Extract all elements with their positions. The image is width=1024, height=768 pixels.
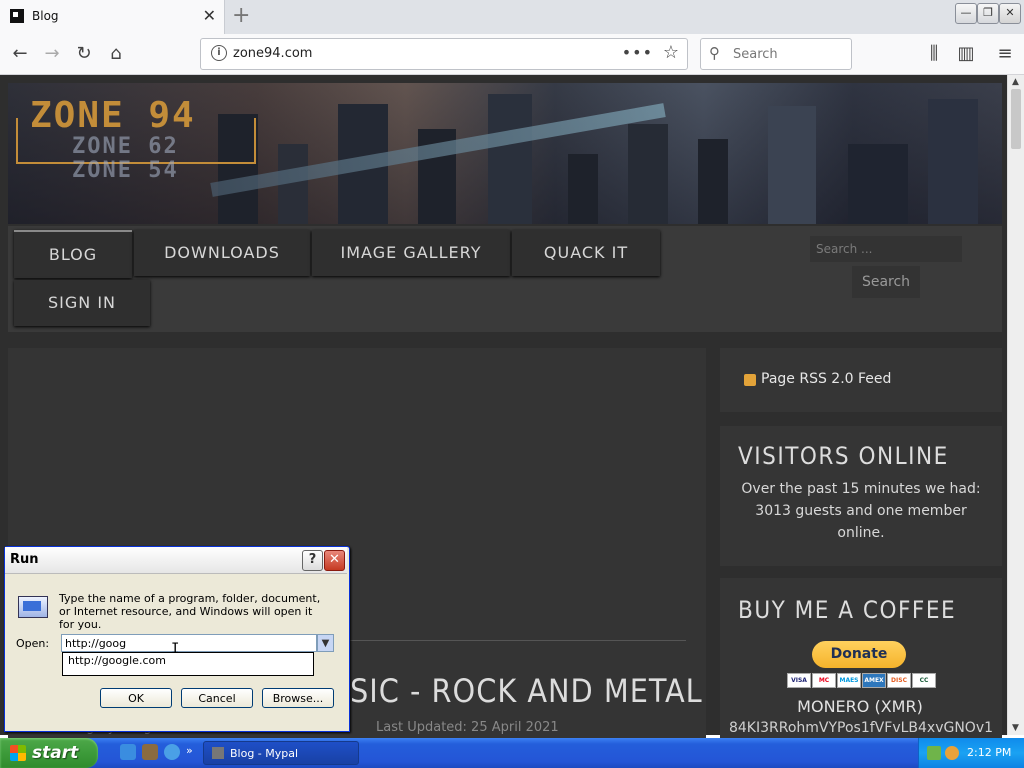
vertical-scrollbar[interactable]: ▲ ▼ bbox=[1007, 75, 1024, 735]
menu-item-downloads[interactable]: DOWNLOADS bbox=[134, 230, 310, 276]
open-command-input[interactable]: http://goog bbox=[61, 634, 317, 652]
hamburger-menu-icon[interactable]: ≡ bbox=[993, 42, 1017, 66]
start-button[interactable]: start bbox=[0, 738, 98, 768]
browser-quick-launch-icon[interactable] bbox=[164, 744, 180, 760]
network-tray-icon[interactable] bbox=[927, 746, 941, 760]
logo-sub-line-2: ZONE 54 bbox=[72, 158, 179, 183]
divider bbox=[350, 640, 686, 641]
open-dropdown-chevron-icon[interactable]: ▼ bbox=[317, 634, 334, 652]
search-tray-icon[interactable] bbox=[945, 746, 959, 760]
address-url[interactable]: zone94.com bbox=[233, 46, 312, 61]
ok-button[interactable]: OK bbox=[100, 688, 172, 708]
page-actions-icon[interactable]: ••• bbox=[622, 43, 653, 62]
tab-title: Blog bbox=[32, 9, 59, 23]
mastercard-icon: MC bbox=[812, 673, 836, 688]
run-program-icon bbox=[18, 596, 48, 618]
minimize-window-button[interactable]: — bbox=[955, 3, 977, 24]
run-dialog-title: Run bbox=[10, 552, 39, 567]
browse-button[interactable]: Browse... bbox=[262, 688, 334, 708]
back-arrow-icon[interactable]: ← bbox=[8, 42, 32, 66]
article-title[interactable]: SIC - ROCK AND METAL bbox=[350, 672, 703, 710]
coffee-heading: BUY ME A COFFEE bbox=[738, 596, 957, 624]
address-bar[interactable]: i zone94.com ••• ☆ bbox=[200, 38, 688, 70]
taskbar-item-blog-mypal[interactable]: Blog - Mypal bbox=[203, 741, 359, 765]
monero-label: MONERO (XMR) bbox=[797, 697, 923, 716]
new-tab-button[interactable]: + bbox=[232, 3, 250, 28]
start-label: start bbox=[32, 743, 79, 763]
amex-card-icon: AMEX bbox=[862, 673, 886, 688]
monero-wallet-address[interactable]: 84KI3RRohmVYPos1fVFvLB4xvGNOv1 bbox=[726, 720, 996, 736]
sidebar-toggle-icon[interactable]: ▥ bbox=[954, 42, 978, 66]
library-icon[interactable]: ⫼ bbox=[922, 42, 946, 66]
visa-card-icon: VISA bbox=[787, 673, 811, 688]
menu-item-blog[interactable]: BLOG bbox=[14, 230, 132, 278]
help-button[interactable]: ? bbox=[302, 550, 323, 571]
scroll-up-arrow-icon[interactable]: ▲ bbox=[1012, 77, 1019, 87]
scroll-down-arrow-icon[interactable]: ▼ bbox=[1012, 723, 1019, 733]
mypal-app-icon bbox=[212, 747, 224, 759]
taskbar-item-label: Blog - Mypal bbox=[230, 747, 299, 760]
internet-explorer-icon[interactable] bbox=[120, 744, 136, 760]
menu-item-image-gallery[interactable]: IMAGE GALLERY bbox=[312, 230, 510, 276]
forward-arrow-icon[interactable]: → bbox=[40, 42, 64, 66]
quick-launch-expand-icon[interactable]: » bbox=[186, 744, 196, 760]
visitors-text: Over the past 15 minutes we had: 3013 gu… bbox=[741, 481, 981, 541]
home-icon[interactable]: ⌂ bbox=[104, 42, 128, 66]
browser-tab-blog[interactable]: Blog ✕ bbox=[0, 0, 225, 34]
browser-search-placeholder: Search bbox=[733, 47, 778, 62]
logo-sub-line-1: ZONE 62 bbox=[72, 134, 179, 159]
article-last-updated: Last Updated: 25 April 2021 bbox=[376, 720, 559, 735]
site-search-button[interactable]: Search bbox=[852, 266, 920, 298]
restore-window-button[interactable]: ❐ bbox=[977, 3, 999, 24]
visitors-heading: VISITORS ONLINE bbox=[738, 442, 949, 470]
rss-feed-link[interactable]: Page RSS 2.0 Feed bbox=[761, 371, 891, 387]
maestro-card-icon: MAES bbox=[837, 673, 861, 688]
text-cursor-icon: I bbox=[171, 641, 180, 657]
run-description: Type the name of a program, folder, docu… bbox=[59, 592, 321, 631]
windows-logo-icon bbox=[10, 745, 26, 761]
rss-widget: Page RSS 2.0 Feed bbox=[720, 348, 1002, 412]
browser-search-input[interactable]: ⚲ Search bbox=[700, 38, 852, 70]
close-window-button[interactable]: ✕ bbox=[999, 3, 1021, 24]
tab-close-icon[interactable]: ✕ bbox=[203, 6, 216, 25]
reload-icon[interactable]: ↻ bbox=[72, 42, 96, 66]
site-info-icon[interactable]: i bbox=[211, 45, 227, 61]
menu-item-sign-in[interactable]: SIGN IN bbox=[14, 280, 150, 326]
search-icon: ⚲ bbox=[709, 44, 720, 62]
autocomplete-suggestion[interactable]: http://google.com bbox=[62, 652, 314, 676]
open-label: Open: bbox=[16, 637, 50, 650]
bookmark-star-icon[interactable]: ☆ bbox=[663, 42, 679, 63]
quick-launch-app-icon[interactable] bbox=[142, 744, 158, 760]
cancel-button[interactable]: Cancel bbox=[181, 688, 253, 708]
close-dialog-button[interactable]: ✕ bbox=[324, 550, 345, 571]
scrollbar-thumb[interactable] bbox=[1011, 89, 1021, 149]
clock[interactable]: 2:12 PM bbox=[967, 746, 1011, 759]
discover-card-icon: DISC bbox=[887, 673, 911, 688]
site-search-input[interactable]: Search ... bbox=[810, 236, 962, 262]
generic-card-icon: CC bbox=[912, 673, 936, 688]
visitors-widget: VISITORS ONLINE Over the past 15 minutes… bbox=[720, 426, 1002, 566]
donate-button[interactable]: Donate bbox=[812, 641, 906, 668]
tab-favicon-icon bbox=[10, 9, 24, 23]
system-tray: 2:12 PM bbox=[918, 738, 1024, 768]
run-dialog-titlebar[interactable]: Run bbox=[5, 547, 347, 574]
rss-feed-icon bbox=[744, 374, 756, 386]
site-logo[interactable]: ZONE 94 bbox=[30, 95, 196, 136]
site-logo-sub: ZONE 62 ZONE 54 bbox=[72, 135, 179, 183]
menu-item-quack-it[interactable]: QUACK IT bbox=[512, 230, 660, 276]
